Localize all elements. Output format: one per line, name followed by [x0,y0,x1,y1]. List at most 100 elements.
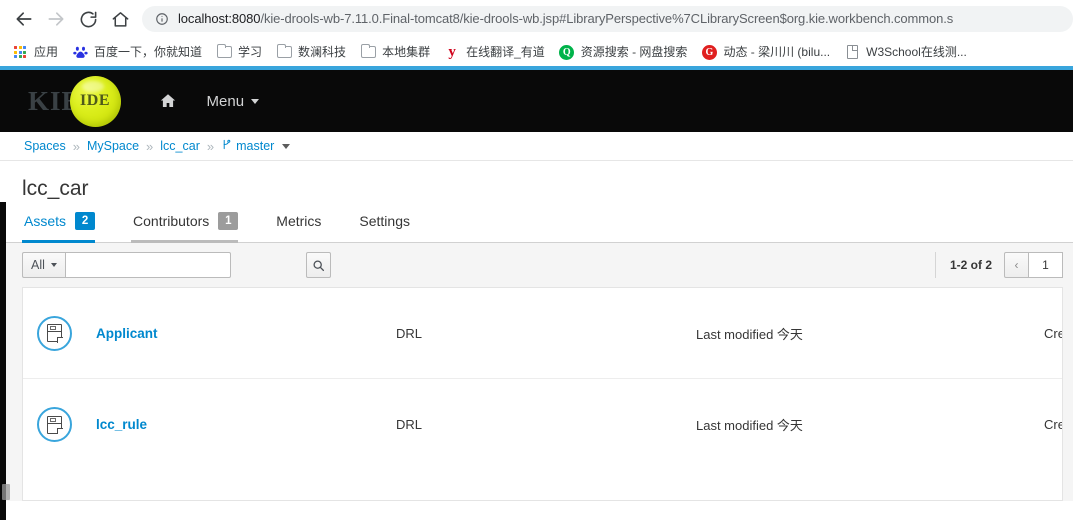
forward-button[interactable] [40,3,72,35]
pagination: 1-2 of 2 ‹ [934,252,1063,278]
asset-type: DRL [396,417,423,432]
address-bar[interactable]: localhost:8080/kie-drools-wb-7.11.0.Fina… [142,6,1073,32]
back-button[interactable] [8,3,40,35]
kie-logo[interactable]: KIE IDE [28,70,121,132]
reload-icon [80,11,96,27]
search-input[interactable] [64,252,231,278]
breadcrumb-separator: » [206,138,215,154]
bookmark-label: 本地集群 [382,45,431,59]
chevron-down-icon[interactable] [282,143,291,149]
bookmark-folder-shulan[interactable]: 数澜科技 [274,41,353,63]
bookmark-label: 学习 [238,45,263,59]
asset-last-modified: Last modified 今天 [696,326,803,342]
tab-contributors[interactable]: Contributors 1 [131,208,252,243]
tab-badge: 2 [75,212,96,230]
left-rail [0,202,6,520]
browser-chrome: localhost:8080/kie-drools-wb-7.11.0.Fina… [0,0,1073,66]
bookmark-youdao[interactable]: y 在线翻译_有道 [442,41,552,63]
drl-file-icon [37,315,72,351]
filter-type-dropdown[interactable]: All [22,252,65,278]
bookmark-bilibili-dynamic[interactable]: G 动态 - 梁川川 (bilu... [699,41,837,63]
g-circle-icon: G [701,44,717,60]
search-button[interactable] [305,252,331,278]
app-menu-button[interactable]: Menu [207,93,260,110]
assets-list: Applicant DRL Last modified 今天 Creat lcc… [22,287,1063,501]
kie-logo-badge: IDE [69,75,121,127]
asset-type: DRL [396,325,423,341]
assets-toolbar: All 1-2 of 2 ‹ [0,243,1073,287]
pagination-prev-button[interactable]: ‹ [1004,252,1029,278]
bookmark-label: W3School在线测... [866,45,967,59]
asset-name-link[interactable]: lcc_rule [96,417,396,432]
breadcrumb-separator: » [146,138,154,154]
tabs-bar: Assets 2 Contributors 1 Metrics Settings [0,207,1073,243]
asset-created: Creat [1044,417,1062,432]
search-icon [313,259,324,271]
breadcrumb-item-lcc-car[interactable]: lcc_car [160,139,200,153]
bookmark-folder-local-cluster[interactable]: 本地集群 [358,41,437,63]
arrow-left-icon [16,12,32,26]
bookmark-label: 数澜科技 [298,45,347,59]
table-row[interactable]: lcc_rule DRL Last modified 今天 Creat [23,379,1062,470]
breadcrumb-branch-label[interactable]: master [236,139,274,153]
tab-label: Settings [359,213,410,229]
url-path: /kie-drools-wb-7.11.0.Final-tomcat8/kie-… [260,11,954,26]
folder-icon [276,43,292,60]
filter-type-label: All [31,258,45,272]
asset-name-link[interactable]: Applicant [96,326,396,341]
home-icon [160,94,175,107]
breadcrumb-separator: » [72,138,80,154]
bookmarks-bar: 应用 百度一下，你就知道 学习 数澜科技 本地集群 y 在线翻译_有道 Q 资源… [0,38,1073,66]
reload-button[interactable] [72,3,104,35]
info-circle-icon [154,12,169,27]
baidu-icon [72,44,88,60]
bookmark-w3school[interactable]: W3School在线测... [842,41,974,63]
tab-assets[interactable]: Assets 2 [22,208,109,243]
home-icon [112,11,128,27]
page-title: lcc_car [22,177,89,200]
tab-badge: 1 [218,212,239,230]
kie-logo-badge-text: IDE [80,92,110,109]
chevron-down-icon [50,263,57,267]
bookmark-resource-search[interactable]: Q 资源搜索 - 网盘搜索 [557,41,695,63]
breadcrumb-item-spaces[interactable]: Spaces [24,139,66,153]
folder-icon [216,43,232,60]
bookmark-baidu[interactable]: 百度一下，你就知道 [70,41,209,63]
bookmark-label: 资源搜索 - 网盘搜索 [580,45,688,59]
app-home-button[interactable] [159,92,177,110]
breadcrumb: Spaces » MySpace » lcc_car » master [0,132,1073,161]
app-menu-label: Menu [206,92,245,110]
table-row[interactable]: Applicant DRL Last modified 今天 Creat [23,288,1062,379]
bookmark-label: 在线翻译_有道 [466,45,545,59]
asset-created: Creat [1044,325,1062,341]
asset-last-modified: Last modified 今天 [696,418,803,433]
chevron-down-icon [251,98,260,104]
app-header: KIE IDE Menu [0,70,1073,132]
bookmark-folder-study[interactable]: 学习 [214,41,269,63]
arrow-right-icon [48,12,64,26]
workbench: Spaces » MySpace » lcc_car » master lcc_… [0,132,1073,520]
filter-search-group: All [22,252,231,278]
bookmark-label: 动态 - 梁川川 (bilu... [723,45,831,59]
left-rail-collapse-handle[interactable] [2,484,10,500]
git-branch-icon [221,138,232,154]
bookmark-label: 百度一下，你就知道 [94,45,203,59]
pagination-divider [934,252,936,278]
youdao-icon: y [448,43,456,60]
apps-grid-icon [12,44,28,60]
tab-label: Assets [24,213,67,229]
pagination-page-input[interactable] [1029,252,1063,278]
tab-label: Metrics [276,213,322,229]
breadcrumb-item-myspace[interactable]: MySpace [87,139,139,153]
tab-metrics[interactable]: Metrics [274,208,335,242]
tab-settings[interactable]: Settings [357,208,424,242]
address-bar-url: localhost:8080/kie-drools-wb-7.11.0.Fina… [178,6,953,32]
chevron-left-icon: ‹ [1014,258,1019,272]
bookmark-apps[interactable]: 应用 [10,41,65,63]
tab-label: Contributors [133,213,210,229]
url-host: localhost:8080 [178,11,261,26]
browser-nav-row: localhost:8080/kie-drools-wb-7.11.0.Fina… [0,0,1073,38]
home-button[interactable] [104,3,136,35]
q-circle-icon: Q [559,44,575,60]
doc-icon [844,44,860,60]
